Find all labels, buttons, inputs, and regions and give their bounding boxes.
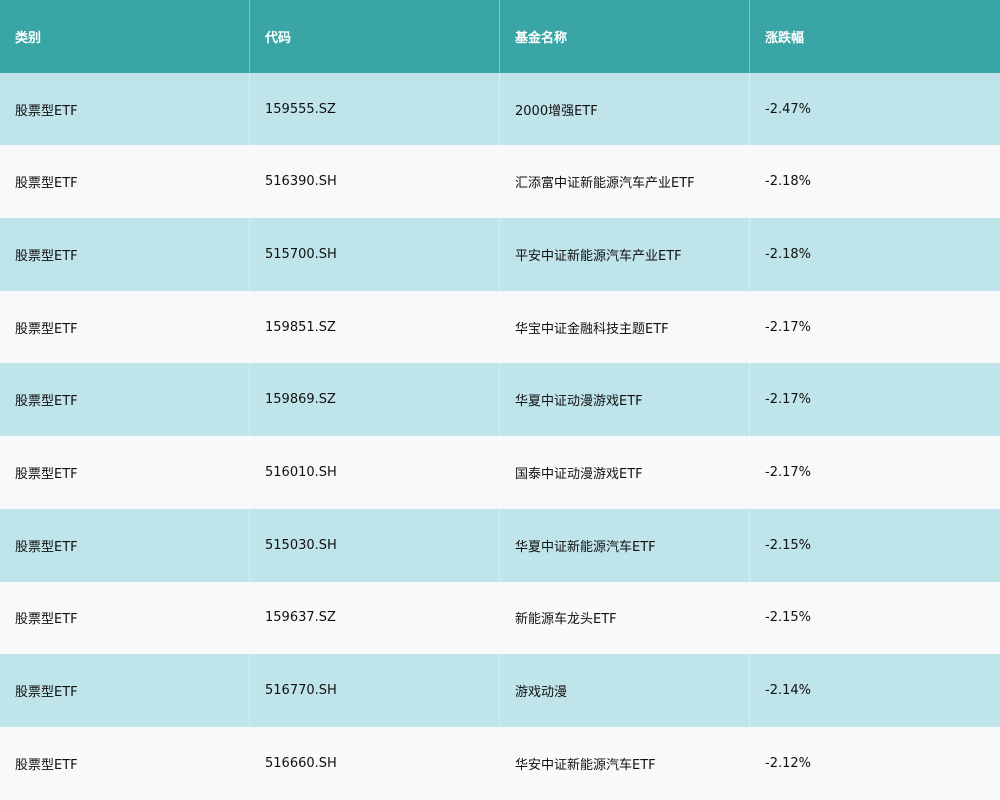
cell-fund-name: 华夏中证动漫游戏ETF bbox=[500, 363, 750, 437]
cell-change: -2.17% bbox=[765, 464, 811, 480]
table-row[interactable]: 股票型ETF 159637.SZ 新能源车龙头ETF -2.15% bbox=[0, 581, 1000, 655]
table-row[interactable]: 股票型ETF 516770.SH 游戏动漫 -2.14% bbox=[0, 654, 1000, 727]
table-row[interactable]: 股票型ETF 159555.SZ 2000增强ETF -2.47% bbox=[0, 72, 1000, 146]
cell-fund-name: 平安中证新能源汽车产业ETF bbox=[500, 218, 750, 291]
table-header-row: 类别 代码 基金名称 涨跌幅 bbox=[0, 0, 1000, 73]
cell-change: -2.47% bbox=[765, 101, 811, 117]
table-row[interactable]: 股票型ETF 516390.SH 汇添富中证新能源汽车产业ETF -2.18% bbox=[0, 145, 1000, 219]
cell-category: 股票型ETF bbox=[0, 654, 250, 727]
cell-category: 股票型ETF bbox=[0, 218, 250, 291]
cell-fund-name: 华安中证新能源汽车ETF bbox=[500, 726, 750, 800]
cell-category: 股票型ETF bbox=[0, 145, 250, 219]
cell-code: 159869.SZ bbox=[250, 363, 500, 437]
cell-change: -2.14% bbox=[765, 683, 811, 699]
cell-category: 股票型ETF bbox=[0, 72, 250, 146]
cell-category: 股票型ETF bbox=[0, 436, 250, 509]
cell-fund-name: 游戏动漫 bbox=[500, 654, 750, 727]
cell-code: 159555.SZ bbox=[250, 72, 500, 146]
cell-change: -2.15% bbox=[765, 610, 811, 626]
cell-fund-name: 汇添富中证新能源汽车产业ETF bbox=[500, 145, 750, 219]
cell-change: -2.15% bbox=[765, 537, 811, 553]
table-row[interactable]: 股票型ETF 515030.SH 华夏中证新能源汽车ETF -2.15% bbox=[0, 508, 1000, 582]
cell-code: 515030.SH bbox=[250, 508, 500, 582]
cell-change: -2.18% bbox=[765, 174, 811, 190]
cell-change: -2.12% bbox=[765, 755, 811, 771]
table-row[interactable]: 股票型ETF 159851.SZ 华宝中证金融科技主题ETF -2.17% bbox=[0, 290, 1000, 364]
cell-category: 股票型ETF bbox=[0, 363, 250, 437]
cell-change: -2.17% bbox=[765, 319, 811, 335]
table-row[interactable]: 股票型ETF 159869.SZ 华夏中证动漫游戏ETF -2.17% bbox=[0, 363, 1000, 437]
cell-fund-name: 2000增强ETF bbox=[500, 72, 750, 146]
etf-table: 类别 代码 基金名称 涨跌幅 股票型ETF 159555.SZ 2000增强ET… bbox=[0, 0, 1000, 800]
table-row[interactable]: 股票型ETF 515700.SH 平安中证新能源汽车产业ETF -2.18% bbox=[0, 218, 1000, 291]
cell-fund-name: 华夏中证新能源汽车ETF bbox=[500, 508, 750, 582]
cell-change: -2.17% bbox=[765, 392, 811, 408]
cell-code: 516660.SH bbox=[250, 726, 500, 800]
cell-category: 股票型ETF bbox=[0, 581, 250, 655]
cell-code: 159637.SZ bbox=[250, 581, 500, 655]
cell-code: 516770.SH bbox=[250, 654, 500, 727]
table-row[interactable]: 股票型ETF 516010.SH 国泰中证动漫游戏ETF -2.17% bbox=[0, 436, 1000, 509]
cell-code: 516010.SH bbox=[250, 436, 500, 509]
cell-fund-name: 国泰中证动漫游戏ETF bbox=[500, 436, 750, 509]
header-fund-name[interactable]: 基金名称 bbox=[500, 0, 750, 73]
header-change[interactable]: 涨跌幅 bbox=[750, 0, 1000, 73]
cell-fund-name: 华宝中证金融科技主题ETF bbox=[500, 290, 750, 364]
cell-code: 515700.SH bbox=[250, 218, 500, 291]
cell-change: -2.18% bbox=[765, 246, 811, 262]
cell-category: 股票型ETF bbox=[0, 726, 250, 800]
cell-category: 股票型ETF bbox=[0, 290, 250, 364]
cell-fund-name: 新能源车龙头ETF bbox=[500, 581, 750, 655]
table-row[interactable]: 股票型ETF 516660.SH 华安中证新能源汽车ETF -2.12% bbox=[0, 726, 1000, 800]
header-code[interactable]: 代码 bbox=[250, 0, 500, 73]
cell-code: 159851.SZ bbox=[250, 290, 500, 364]
cell-code: 516390.SH bbox=[250, 145, 500, 219]
cell-category: 股票型ETF bbox=[0, 508, 250, 582]
header-category[interactable]: 类别 bbox=[0, 0, 250, 73]
